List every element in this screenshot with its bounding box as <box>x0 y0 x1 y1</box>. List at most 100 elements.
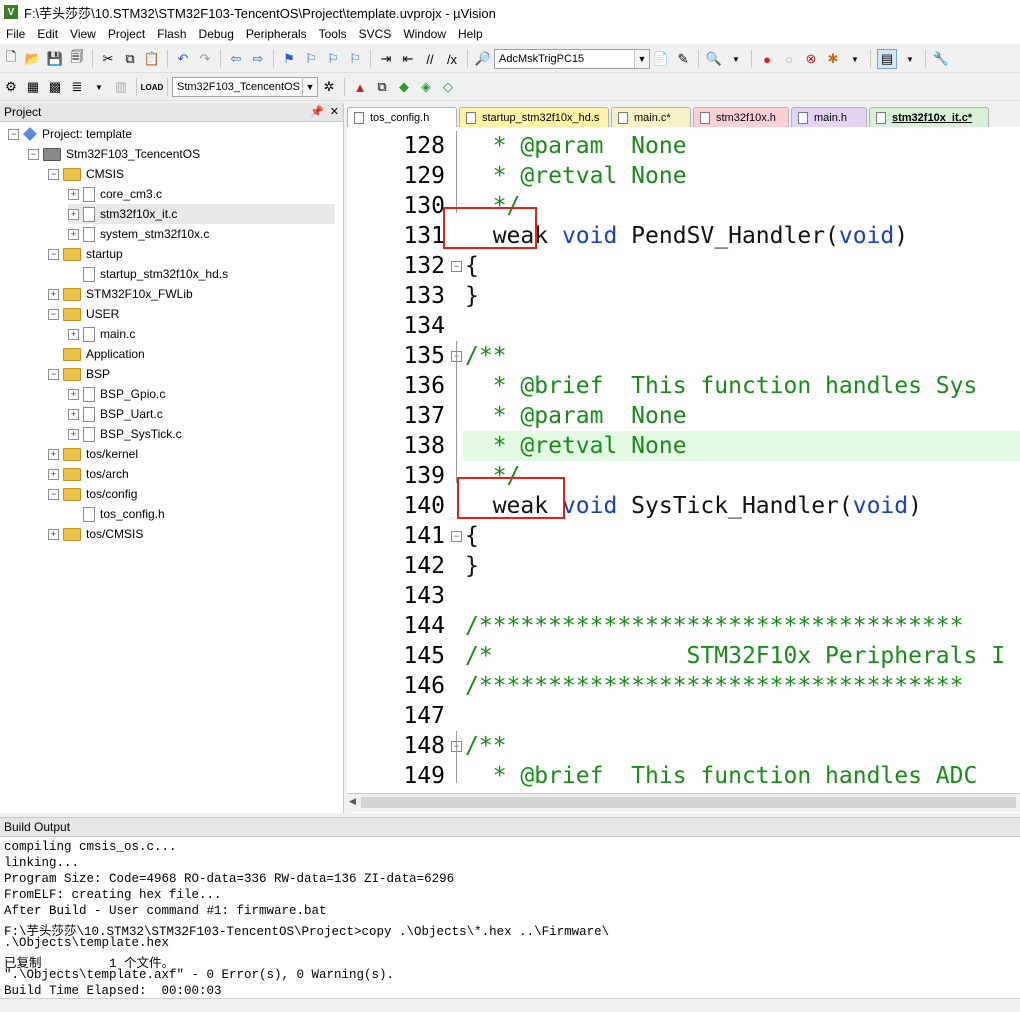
menu-item-svcs[interactable]: SVCS <box>353 27 398 41</box>
save-all-icon[interactable]: 🗐 <box>68 49 86 68</box>
menu-item-flash[interactable]: Flash <box>151 27 192 41</box>
menu-item-tools[interactable]: Tools <box>313 27 353 41</box>
tree-item[interactable]: + tos/CMSIS <box>48 524 143 544</box>
chevron-down-icon[interactable]: ▼ <box>302 78 317 96</box>
editor-tab[interactable]: tos_config.h <box>347 107 457 127</box>
collapse-icon[interactable]: − <box>48 308 59 320</box>
code-editor[interactable]: 128 * @param None 129 * @retval None 130 *… <box>347 127 1020 793</box>
tree-item[interactable]: + stm32f10x_it.c <box>68 204 335 224</box>
editor-tab[interactable]: stm32f10x.h <box>693 107 789 127</box>
window-layout-icon[interactable]: ▤ <box>877 49 897 69</box>
rebuild-icon[interactable]: ▩ <box>46 78 64 96</box>
scroll-left-icon[interactable]: ◀ <box>349 796 356 807</box>
close-icon[interactable]: ✕ <box>330 105 339 118</box>
editor-tab[interactable]: startup_stm32f10x_hd.s <box>459 107 609 127</box>
save-icon[interactable]: 💾 <box>46 50 64 68</box>
tree-item[interactable]: + core_cm3.c <box>68 184 162 204</box>
tree-item[interactable]: + tos/kernel <box>48 444 138 464</box>
fold-toggle-icon[interactable]: − <box>451 531 462 542</box>
tree-item[interactable]: − CMSIS <box>48 164 124 184</box>
tree-item[interactable]: Application <box>48 344 145 364</box>
expand-icon[interactable]: + <box>48 468 59 480</box>
tree-item[interactable]: + main.c <box>68 324 135 344</box>
copy-icon[interactable]: ⧉ <box>121 50 139 68</box>
next-bookmark-icon[interactable]: ⚐ <box>324 50 342 68</box>
nav-forward-icon[interactable]: ⇨ <box>249 50 267 68</box>
collapse-icon[interactable]: − <box>48 368 59 380</box>
chevron-down-icon[interactable]: ▼ <box>634 50 649 68</box>
expand-icon[interactable]: + <box>68 408 79 420</box>
expand-icon[interactable]: + <box>48 528 59 540</box>
stop-build-icon[interactable]: ▥ <box>112 78 130 96</box>
find-icon[interactable]: 📄 <box>652 50 670 68</box>
comment-icon[interactable]: // <box>421 50 439 68</box>
translate-icon[interactable]: ⚙ <box>2 78 20 96</box>
tree-item[interactable]: − startup <box>48 244 123 264</box>
tree-item[interactable]: − BSP <box>48 364 110 384</box>
chevron-down-icon[interactable]: ▼ <box>901 50 919 68</box>
disable-all-breakpoints-icon[interactable]: ⊗ <box>802 50 820 68</box>
disable-breakpoint-icon[interactable]: ○ <box>780 50 798 68</box>
manage-runtime-icon[interactable]: ◆ <box>395 78 413 96</box>
menu-item-project[interactable]: Project <box>102 27 151 41</box>
redo-icon[interactable]: ↷ <box>196 50 214 68</box>
debug-session-icon[interactable]: 🔍 <box>705 50 723 68</box>
menu-item-debug[interactable]: Debug <box>193 27 240 41</box>
new-file-icon[interactable]: 🗋 <box>2 49 20 68</box>
unindent-icon[interactable]: ⇤ <box>399 50 417 68</box>
expand-icon[interactable]: + <box>68 208 79 220</box>
breakpoint-icon[interactable]: ● <box>758 50 776 68</box>
collapse-icon[interactable]: − <box>8 128 19 140</box>
editor-tab[interactable]: stm32f10x_it.c* <box>869 107 989 127</box>
editor-tab[interactable]: main.h <box>791 107 867 127</box>
chevron-down-icon[interactable]: ▼ <box>727 50 745 68</box>
cut-icon[interactable]: ✂ <box>99 50 117 68</box>
kill-breakpoints-icon[interactable]: ✱ <box>824 50 842 68</box>
menu-item-window[interactable]: Window <box>397 27 452 41</box>
target-options-icon[interactable]: ✲ <box>320 78 338 96</box>
expand-icon[interactable]: + <box>68 388 79 400</box>
menu-item-view[interactable]: View <box>64 27 102 41</box>
tree-item[interactable]: − USER <box>48 304 119 324</box>
undo-icon[interactable]: ↶ <box>174 50 192 68</box>
build-icon[interactable]: ▦ <box>24 78 42 96</box>
expand-icon[interactable]: + <box>68 428 79 440</box>
chevron-down-icon[interactable]: ▼ <box>90 78 108 96</box>
editor-tab[interactable]: main.c* <box>611 107 691 127</box>
nav-back-icon[interactable]: ⇦ <box>227 50 245 68</box>
tree-item[interactable]: + tos/arch <box>48 464 129 484</box>
prev-bookmark-icon[interactable]: ⚐ <box>302 50 320 68</box>
expand-icon[interactable]: + <box>68 228 79 240</box>
collapse-icon[interactable]: − <box>48 248 59 260</box>
tree-item[interactable]: + BSP_Uart.c <box>68 404 163 424</box>
fold-toggle-icon[interactable]: − <box>451 261 462 272</box>
target-select[interactable]: Stm32F103_TcencentOS ▼ <box>172 77 318 97</box>
menu-item-file[interactable]: File <box>0 27 31 41</box>
select-packs-icon[interactable]: ◈ <box>417 78 435 96</box>
collapse-icon[interactable]: − <box>28 148 39 160</box>
scrollbar-thumb[interactable] <box>361 797 1016 808</box>
menu-item-edit[interactable]: Edit <box>31 27 64 41</box>
menu-item-help[interactable]: Help <box>452 27 489 41</box>
expand-icon[interactable]: + <box>48 288 59 300</box>
uncomment-icon[interactable]: /x <box>443 50 461 68</box>
pin-icon[interactable]: 📌 <box>310 105 324 118</box>
tree-item[interactable]: + system_stm32f10x.c <box>68 224 209 244</box>
configure-icon[interactable]: 🔧 <box>932 50 950 68</box>
indent-icon[interactable]: ⇥ <box>377 50 395 68</box>
paste-icon[interactable]: 📋 <box>143 50 161 68</box>
horizontal-scrollbar[interactable]: ◀ <box>347 793 1020 812</box>
collapse-icon[interactable]: − <box>48 488 59 500</box>
tree-item[interactable]: + BSP_SysTick.c <box>68 424 182 444</box>
find-in-files-icon[interactable]: 🔎 <box>474 50 492 68</box>
tree-item[interactable]: − Stm32F103_TcencentOS <box>28 144 200 164</box>
pack-installer-icon[interactable]: ◇ <box>439 78 457 96</box>
manage-project-items-icon[interactable]: ▲ <box>351 78 369 96</box>
tree-item[interactable]: tos_config.h <box>68 504 165 524</box>
clear-bookmarks-icon[interactable]: ⚐ <box>346 50 364 68</box>
bookmark-icon[interactable]: ⚑ <box>280 50 298 68</box>
batch-build-icon[interactable]: ≣ <box>68 78 86 96</box>
expand-icon[interactable]: + <box>68 328 79 340</box>
open-file-icon[interactable]: 📂 <box>24 50 42 68</box>
expand-icon[interactable]: + <box>68 188 79 200</box>
